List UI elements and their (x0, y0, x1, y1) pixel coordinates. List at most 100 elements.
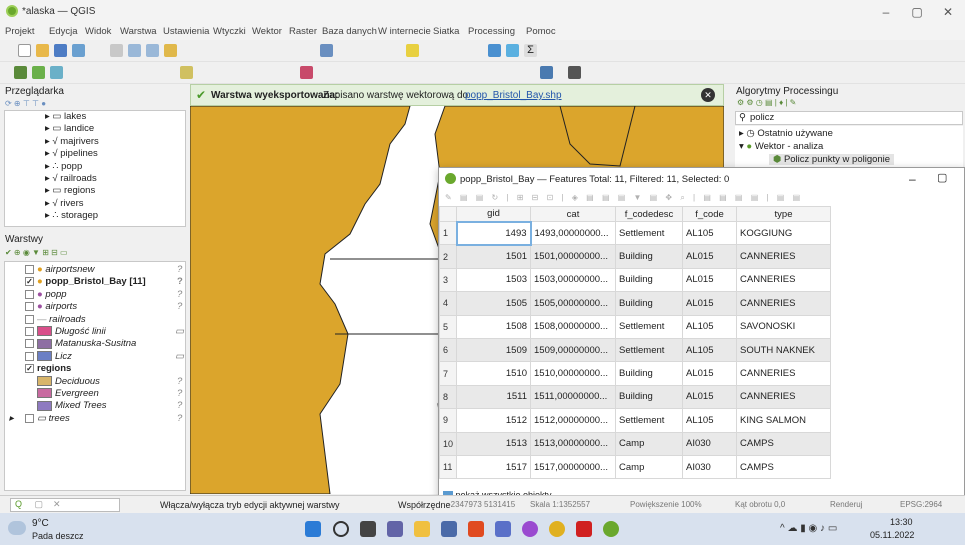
store-icon[interactable] (441, 521, 457, 537)
table-row[interactable]: 2 1501 1501,00000000... Building AL015 CANNER… (439, 244, 832, 269)
tray-icons[interactable]: ^ ☁ ▮ ◉ ♪ ▭ (780, 523, 837, 534)
zoom-full-icon[interactable] (164, 44, 177, 57)
layer-item[interactable]: Mixed Trees? (25, 400, 185, 412)
layer-checkbox[interactable] (25, 289, 34, 299)
layer-checkbox[interactable]: ✓ (25, 277, 34, 287)
menu-warstwa[interactable]: Warstwa (120, 26, 157, 37)
rotation-value[interactable]: Kąt obrotu 0,0 (735, 500, 785, 509)
layer-checkbox[interactable] (25, 326, 34, 336)
browser-item[interactable]: ▸ ▭ landice (45, 123, 185, 135)
processing-item-recent[interactable]: ▸ ◷ Ostatnio używane (739, 128, 833, 139)
table-row[interactable]: 7 1510 1510,00000000... Building AL015 CANNER… (439, 361, 832, 386)
col-header-type[interactable]: type (736, 206, 832, 222)
col-header-f-codedesc[interactable]: f_codedesc (615, 206, 684, 222)
chrome-icon[interactable] (549, 521, 565, 537)
magnifier-value[interactable]: Powiększenie 100% (630, 500, 702, 509)
windows-start-icon[interactable] (305, 521, 321, 537)
col-header-f-code[interactable]: f_code (682, 206, 738, 222)
menu-edycja[interactable]: Edycja (49, 26, 78, 37)
layer-item[interactable]: ● airportsnew? (25, 264, 185, 276)
maximize-button[interactable]: ▢ (903, 3, 931, 21)
identify-icon[interactable] (488, 44, 501, 57)
layer-item[interactable]: Matanuska-Susitna (25, 338, 185, 350)
chat-icon[interactable] (387, 521, 403, 537)
coordinate-value[interactable]: -2347973 5131415 (448, 500, 515, 509)
office-icon[interactable] (468, 521, 484, 537)
layer-checkbox[interactable] (25, 339, 34, 349)
browser-item[interactable]: ▸ √ rivers (45, 198, 185, 210)
select-features-icon[interactable] (406, 44, 419, 57)
col-header-gid[interactable]: gid (456, 206, 532, 222)
close-button[interactable]: ✕ (934, 3, 962, 21)
layer-item[interactable]: Licz ▭ (25, 351, 185, 363)
zoom-in-icon[interactable] (128, 44, 141, 57)
menu-ustawienia[interactable]: Ustawienia (163, 26, 209, 37)
layer-item[interactable]: ● popp? (25, 289, 185, 301)
layer-item[interactable]: ✓ regions (25, 363, 185, 375)
layer-checkbox[interactable] (25, 413, 34, 423)
processing-item-vector-analysis[interactable]: ▾ ● Wektor - analiza (739, 141, 823, 152)
render-checkbox[interactable]: Renderuj (830, 500, 862, 509)
processing-search-input[interactable]: ⚲ policz (735, 111, 963, 125)
clock-date[interactable]: 05.11.2022 (870, 530, 914, 540)
layer-checkbox[interactable]: ✓ (25, 364, 34, 374)
qgis-taskbar-icon[interactable] (603, 521, 619, 537)
menu-widok[interactable]: Widok (85, 26, 111, 37)
layer-item[interactable]: ✓ ● popp_Bristol_Bay [11]? (25, 276, 185, 288)
layer-item[interactable]: — railroads (25, 314, 185, 326)
menu-projekt[interactable]: Projekt (5, 26, 35, 37)
layer-item[interactable]: ● airports? (25, 301, 185, 313)
python-icon[interactable] (540, 66, 553, 79)
table-row[interactable]: 4 1505 1505,00000000... Building AL015 CANNER… (439, 291, 832, 316)
menu-baza-danych[interactable]: Baza danych (322, 26, 377, 37)
table-row[interactable]: 3 1503 1503,00000000... Building AL015 CANNER… (439, 267, 832, 293)
attr-minimize-button[interactable]: – (909, 172, 916, 186)
browser-item[interactable]: ▸ ∴ popp (45, 161, 185, 173)
layer-item[interactable]: ▸ ▭ trees? (9, 413, 185, 425)
browser-item[interactable]: ▸ √ railroads (45, 173, 185, 185)
layer-checkbox[interactable] (25, 314, 34, 324)
messenger-icon[interactable] (522, 521, 538, 537)
task-view-icon[interactable] (360, 521, 376, 537)
sum-icon[interactable]: Σ (524, 44, 537, 57)
menu-raster[interactable]: Raster (289, 26, 317, 37)
layer-checkbox[interactable] (25, 302, 34, 312)
close-message-icon[interactable]: ✕ (701, 88, 715, 102)
label-icon[interactable] (300, 66, 313, 79)
clock-time[interactable]: 13:30 (890, 517, 913, 527)
menu-siatka[interactable]: Siatka (433, 26, 459, 37)
digitize-icon[interactable] (180, 66, 193, 79)
processing-item-count-points[interactable]: ⬢ Policz punkty w poligonie (769, 154, 895, 165)
menu-wtyczki[interactable]: Wtyczki (213, 26, 246, 37)
refresh-icon[interactable] (320, 44, 333, 57)
menu-pomoc[interactable]: Pomoc (526, 26, 556, 37)
pan-icon[interactable] (110, 44, 123, 57)
table-row[interactable]: 1 1493 1493,00000000... Settlement AL105 KOGG… (439, 220, 832, 246)
layer-item[interactable]: Długość linii ▭ (25, 326, 185, 338)
attr-maximize-button[interactable]: ▢ (937, 171, 947, 184)
new-project-icon[interactable] (18, 44, 31, 57)
table-row[interactable]: 10 1513 1513,00000000... Camp AI030 CAMPS (439, 431, 832, 456)
file-explorer-icon[interactable] (414, 521, 430, 537)
table-row[interactable]: 5 1508 1508,00000000... Settlement AL105 SAVO… (439, 314, 832, 339)
browser-item[interactable]: ▸ ▭ regions (45, 185, 185, 197)
message-link[interactable]: popp_Bristol_Bay.shp (465, 90, 562, 101)
save-project-icon[interactable] (54, 44, 67, 57)
layer-item[interactable]: Deciduous? (25, 376, 185, 388)
teams-icon[interactable] (495, 521, 511, 537)
processing-icon[interactable] (568, 66, 581, 79)
add-raster-layer-icon[interactable] (50, 66, 63, 79)
layer-checkbox[interactable] (25, 351, 34, 361)
browser-item[interactable]: ▸ √ pipelines (45, 148, 185, 160)
print-layout-icon[interactable] (72, 44, 85, 57)
browser-item[interactable]: ▸ ∴ storagep (45, 210, 185, 222)
menu-processing[interactable]: Processing (468, 26, 515, 37)
col-header-cat[interactable]: cat (530, 206, 617, 222)
layer-item[interactable]: Evergreen? (25, 388, 185, 400)
menu-w-internecie[interactable]: W internecie (378, 26, 431, 37)
data-source-manager-icon[interactable] (14, 66, 27, 79)
browser-item[interactable]: ▸ √ majrivers (45, 136, 185, 148)
zoom-out-icon[interactable] (146, 44, 159, 57)
attribute-table-icon[interactable] (506, 44, 519, 57)
acrobat-icon[interactable] (576, 521, 592, 537)
